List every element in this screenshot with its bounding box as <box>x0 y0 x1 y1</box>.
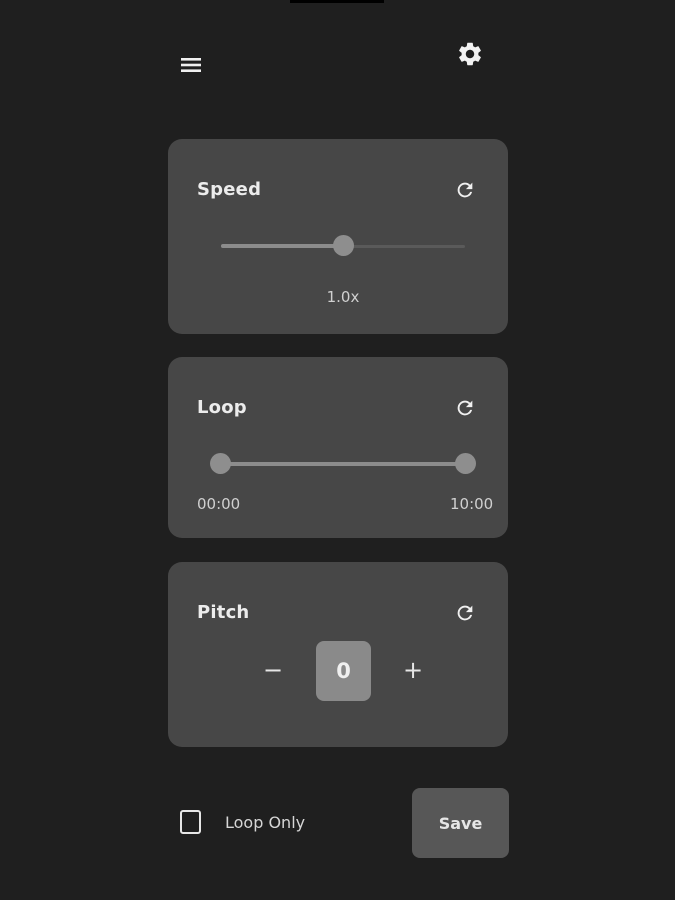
loop-start-time: 00:00 <box>197 495 241 513</box>
save-button[interactable]: Save <box>412 788 509 858</box>
speed-value-label: 1.0x <box>326 288 360 306</box>
speed-slider-fill <box>221 244 343 248</box>
loop-only-label[interactable]: Loop Only <box>225 813 305 832</box>
hamburger-menu-icon <box>181 58 201 72</box>
speed-title: Speed <box>197 179 262 200</box>
loop-end-time: 10:00 <box>450 495 494 513</box>
loop-only-checkbox[interactable] <box>180 810 201 834</box>
gear-icon <box>459 42 481 66</box>
top-notch <box>290 0 384 3</box>
pitch-reset-button[interactable] <box>452 600 478 626</box>
pitch-decrease-button[interactable]: − <box>253 650 293 690</box>
loop-end-thumb[interactable] <box>455 453 476 474</box>
speed-slider-thumb[interactable] <box>332 235 354 256</box>
speed-card: Speed 1.0x <box>168 139 508 334</box>
pitch-increase-button[interactable]: + <box>393 650 433 690</box>
pitch-title: Pitch <box>197 602 250 623</box>
refresh-icon <box>457 605 473 621</box>
speed-reset-button[interactable] <box>452 177 478 203</box>
loop-title: Loop <box>197 397 247 418</box>
loop-range-slider[interactable] <box>210 453 476 475</box>
pitch-card: Pitch − 0 + <box>168 562 508 747</box>
settings-button[interactable] <box>454 38 486 70</box>
loop-card: Loop 00:00 10:00 <box>168 357 508 538</box>
loop-range-fill <box>220 462 466 466</box>
loop-start-thumb[interactable] <box>210 453 231 474</box>
pitch-value: 0 <box>316 641 371 701</box>
refresh-icon <box>457 400 473 416</box>
speed-slider[interactable] <box>221 235 465 257</box>
refresh-icon <box>457 182 473 198</box>
app-screen: Speed 1.0x Loop 00:00 10:00 Pitch − 0 + … <box>0 0 675 900</box>
loop-reset-button[interactable] <box>452 395 478 421</box>
menu-button[interactable] <box>177 51 205 79</box>
